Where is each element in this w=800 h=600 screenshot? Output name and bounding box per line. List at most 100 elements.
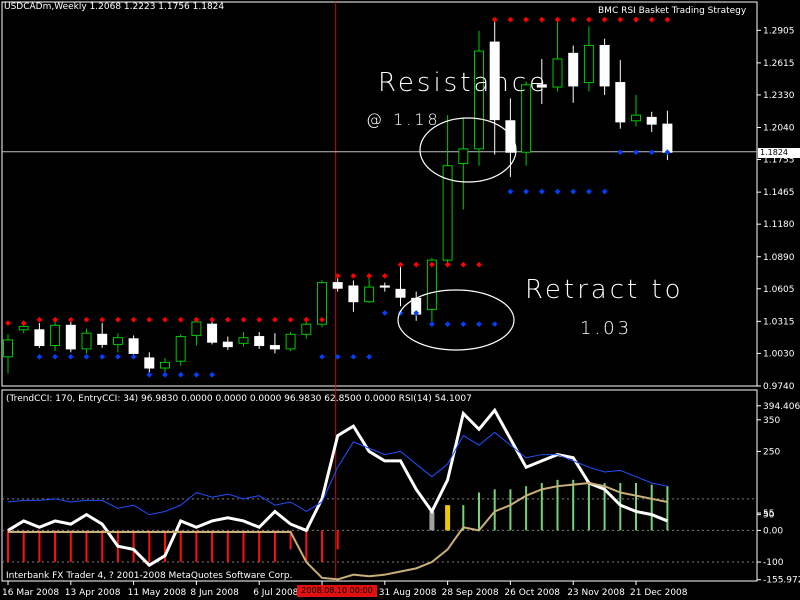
candle-body	[364, 286, 375, 303]
support-dot	[507, 188, 514, 195]
indicator-tick-label: 394.4069	[763, 402, 800, 412]
support-dot	[476, 321, 482, 328]
copyright-label: Interbank FX Trader 4, ? 2001-2008 MetaQ…	[6, 571, 293, 581]
resistance-dot	[52, 316, 58, 323]
time-axis-label: 6 Jul 2008	[253, 588, 298, 598]
price-tick-label: 1.2040	[763, 124, 795, 134]
resistance-dot	[146, 316, 153, 323]
support-dot	[193, 371, 200, 378]
candle-body	[144, 357, 155, 369]
support-dot	[52, 353, 58, 360]
resistance-dot	[476, 261, 482, 268]
resistance-dot	[460, 261, 467, 268]
resistance-dot	[617, 16, 624, 23]
candle-body	[379, 285, 390, 288]
rsi-line	[7, 431, 668, 516]
support-dot	[130, 353, 137, 360]
resistance-dot	[444, 261, 451, 268]
indicator-tick-label: 250	[763, 447, 780, 457]
resistance-dot	[83, 316, 90, 323]
support-dot	[554, 188, 561, 195]
strategy-label: BMC RSI Basket Trading Strategy	[598, 6, 747, 16]
time-axis-label: 11 May 2008	[128, 588, 187, 598]
resistance-dot	[397, 261, 404, 268]
crosshair-time-label: 2008.08.10 00:00	[297, 585, 377, 597]
support-dot	[491, 321, 498, 328]
resistance-dot	[209, 316, 215, 323]
candle-body	[285, 333, 296, 350]
candle-body	[301, 323, 312, 335]
indicator-tick-label: -100	[763, 558, 784, 568]
support-dot	[83, 353, 90, 360]
resistance-dot	[224, 316, 231, 323]
resistance-dot	[523, 16, 529, 23]
resistance-dot	[648, 16, 655, 23]
resistance-dot	[366, 273, 372, 279]
indicator-header: (TrendCCI: 170, EntryCCI: 34) 96.9830 0.…	[6, 394, 472, 404]
price-tick-label: 1.2615	[763, 59, 795, 69]
time-axis-label: 23 Nov 2008	[567, 588, 625, 598]
candle-body	[269, 345, 280, 350]
signal-bar	[445, 505, 451, 531]
candle-body	[426, 259, 437, 311]
resistance-dot	[272, 316, 278, 323]
resistance-dot	[507, 16, 514, 23]
candle-body	[128, 338, 139, 354]
support-dot	[601, 188, 608, 195]
candle-body	[112, 337, 123, 345]
time-axis-label: 28 Sep 2008	[442, 588, 499, 598]
resistance-level-annotation: @ 1.18	[366, 110, 441, 129]
support-dot	[633, 149, 639, 156]
support-dot	[146, 371, 153, 378]
indicator-tick-label: 0.00	[763, 526, 783, 536]
resistance-dot	[162, 316, 168, 323]
support-dot	[36, 353, 43, 360]
resistance-annotation: Resistance	[378, 68, 549, 98]
indicator-tick-label: 350	[763, 416, 780, 426]
candle-body	[646, 116, 657, 125]
candle-body	[34, 329, 45, 347]
chart-window: { "header": { "symbol_info": "USDCADm,We…	[0, 0, 800, 600]
price-tick-label: 1.0315	[763, 317, 795, 327]
resistance-dot	[36, 316, 43, 323]
candle-body	[615, 82, 626, 123]
time-axis-label: 31 Aug 2008	[379, 588, 437, 598]
retract-circle	[397, 289, 515, 351]
time-axis-label: 16 Mar 2008	[2, 588, 59, 598]
candle-body	[568, 52, 579, 87]
support-dot	[429, 321, 435, 328]
candle-body	[505, 120, 516, 153]
support-dot	[115, 353, 121, 360]
candle-body	[474, 50, 484, 150]
current-price-tag: 1.1824	[758, 148, 800, 158]
resistance-dot	[538, 16, 545, 23]
candle-body	[583, 44, 594, 84]
time-axis-label: 21 Dec 2008	[630, 588, 688, 598]
candle-body	[175, 336, 186, 362]
support-dot	[350, 353, 357, 360]
resistance-dot	[287, 316, 294, 323]
resistance-dot	[130, 316, 137, 323]
candle-body	[3, 339, 13, 358]
indicator-tick-label: 50	[763, 511, 775, 521]
candle-body	[552, 58, 563, 88]
resistance-dot	[99, 316, 106, 323]
resistance-dot	[20, 320, 27, 326]
support-dot	[162, 371, 168, 378]
time-axis-label: 26 Oct 2008	[504, 588, 560, 598]
candle-body	[332, 282, 343, 289]
resistance-dot	[554, 16, 561, 23]
time-axis-label: 8 Jun 2008	[190, 588, 239, 598]
candle-body	[662, 123, 673, 153]
candle-body	[97, 333, 108, 345]
price-tick-label: 1.1465	[763, 188, 795, 198]
support-dot	[460, 321, 467, 328]
candle-body	[222, 341, 233, 348]
support-dot	[444, 321, 451, 328]
symbol-header: USDCADm,Weekly 1.2068 1.2223 1.1756 1.18…	[4, 2, 225, 12]
price-tick-label: 1.1180	[763, 220, 795, 230]
indicator-pane-frame	[1, 389, 758, 582]
time-axis-label: 13 Apr 2008	[65, 588, 121, 598]
support-dot	[523, 188, 529, 195]
candle-body	[631, 114, 641, 122]
